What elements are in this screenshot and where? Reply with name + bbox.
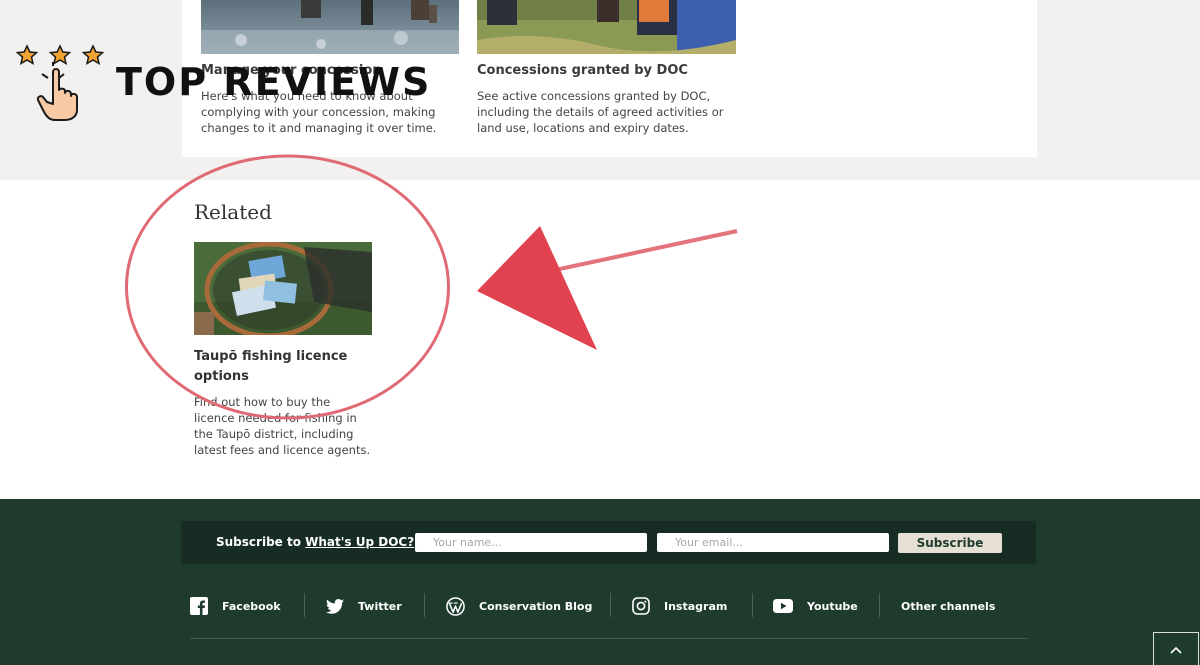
back-to-top-button[interactable] [1153,632,1199,665]
brand-name: TOP REVIEWS [116,60,432,104]
social-instagram[interactable]: Instagram [632,595,727,617]
star-icon [81,44,105,66]
youtube-icon [773,599,793,613]
star-icon [15,44,39,66]
subscribe-prefix: Subscribe to [216,535,301,549]
name-input[interactable] [415,533,647,552]
instagram-icon [632,597,650,615]
subscribe-label: Subscribe to What's Up DOC? [216,535,414,549]
divider [610,593,611,617]
related-item-title[interactable]: Taupō fishing licence options [194,347,374,387]
footer: Subscribe to What's Up DOC? Subscribe Fa… [0,499,1200,665]
whats-up-doc-link[interactable]: What's Up DOC? [305,535,414,549]
wordpress-icon [446,596,465,616]
subscribe-button[interactable]: Subscribe [898,533,1002,553]
social-youtube[interactable]: Youtube [773,595,858,617]
social-conservation-blog[interactable]: Conservation Blog [446,595,592,617]
social-label: Other channels [901,599,996,613]
facebook-icon [190,597,208,615]
arrow-head [477,226,597,350]
email-input[interactable] [657,533,889,552]
related-item-image[interactable] [194,242,372,335]
divider [752,593,753,617]
subscribe-bar: Subscribe to What's Up DOC? Subscribe [181,521,1036,564]
tile-text-concessions-granted: See active concessions granted by DOC, i… [477,89,724,135]
top-reviews-watermark: TOP REVIEWS [12,44,472,124]
footer-divider [190,638,1028,639]
social-label: Twitter [358,599,402,613]
social-other-channels[interactable]: Other channels [901,595,995,617]
social-label: Instagram [664,599,728,613]
twitter-icon [326,598,344,614]
tile-title-concessions-granted[interactable]: Concessions granted by DOC [477,63,688,78]
divider [424,593,425,617]
star-icon [48,44,72,66]
social-twitter[interactable]: Twitter [326,595,402,617]
social-label: Youtube [807,599,858,613]
divider [879,593,880,617]
tile-image-concessions-granted[interactable] [477,0,736,54]
social-label: Facebook [222,599,281,613]
hand-pointer-icon [36,68,78,121]
chevron-up-icon [1170,639,1182,658]
related-item-description: Find out how to buy the licence needed f… [194,395,371,457]
social-facebook[interactable]: Facebook [190,595,281,617]
social-links: Facebook Twitter Conservation Blog Insta… [190,593,1030,619]
social-label: Conservation Blog [479,599,593,613]
arrow-shaft [554,229,738,272]
related-heading: Related [194,200,272,224]
divider [304,593,305,617]
hand-stars-logo [15,44,105,121]
